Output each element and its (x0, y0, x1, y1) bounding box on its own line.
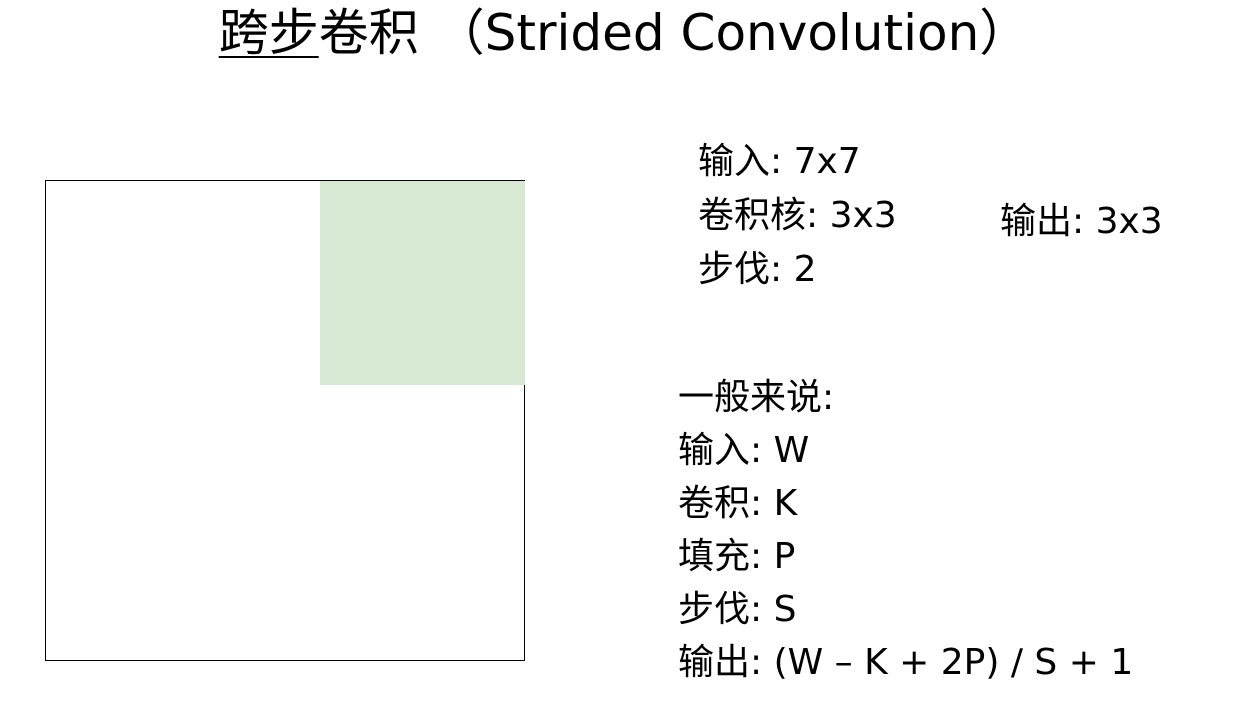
example-input: 输入: 7x7 (698, 141, 861, 182)
general-kernel: 卷积: K (678, 483, 798, 524)
general-padding: 填充: P (678, 536, 796, 577)
general-heading: 一般来说: (678, 377, 835, 418)
general-input: 输入: W (678, 430, 810, 471)
title-rest: 卷积 （Strided Convolution） (318, 4, 1030, 62)
title-underlined: 跨步 (218, 4, 319, 62)
general-stride: 步伐: S (678, 589, 797, 630)
example-stride: 步伐: 2 (698, 249, 817, 290)
example-output: 输出: 3x3 (1000, 201, 1163, 242)
slide-title: 跨步卷积 （Strided Convolution） (0, 2, 1248, 64)
kernel-window (320, 181, 525, 385)
general-output-formula: 输出: (W – K + 2P) / S + 1 (678, 642, 1134, 683)
example-kernel: 卷积核: 3x3 (698, 195, 897, 236)
